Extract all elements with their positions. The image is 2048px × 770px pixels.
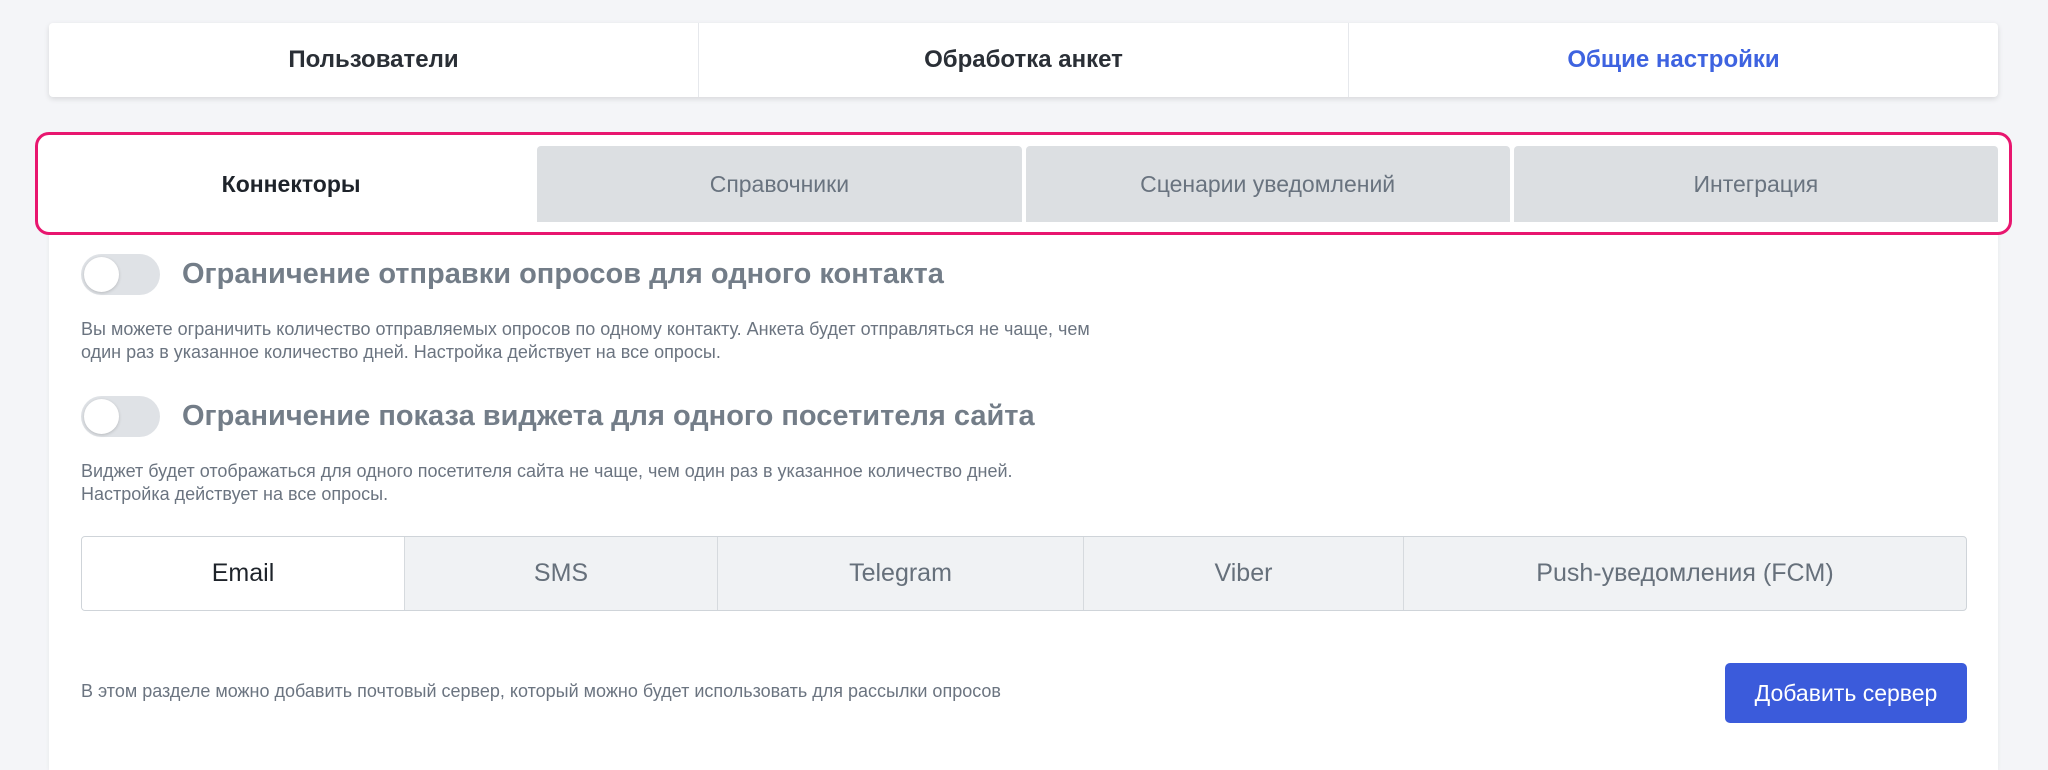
tab-directories[interactable]: Справочники: [537, 146, 1022, 222]
channel-tab-push-fcm[interactable]: Push-уведомления (FCM): [1404, 537, 1966, 610]
tab-integration[interactable]: Интеграция: [1513, 146, 1998, 222]
connector-channel-tabs: Email SMS Telegram Viber Push-уведомлени…: [81, 536, 1967, 611]
survey-limit-description: Вы можете ограничить количество отправля…: [81, 319, 1090, 362]
tab-notification-scenarios[interactable]: Сценарии уведомлений: [1025, 146, 1510, 222]
toggle-knob: [84, 257, 119, 292]
channel-tab-sms[interactable]: SMS: [405, 537, 718, 610]
survey-limit-title: Ограничение отправки опросов для одного …: [182, 258, 944, 290]
top-tabs: Пользователи Обработка анкет Общие настр…: [49, 23, 1998, 97]
channel-tab-viber[interactable]: Viber: [1084, 537, 1404, 610]
toggle-knob: [84, 399, 119, 434]
channel-tab-email[interactable]: Email: [82, 537, 405, 610]
widget-limit-toggle[interactable]: [81, 396, 160, 437]
sub-tabs: Коннекторы Справочники Сценарии уведомле…: [49, 146, 1998, 222]
tab-general-settings[interactable]: Общие настройки: [1349, 23, 1998, 97]
tab-survey-processing[interactable]: Обработка анкет: [699, 23, 1349, 97]
tab-users[interactable]: Пользователи: [49, 23, 699, 97]
widget-limit-row: Ограничение показа виджета для одного по…: [81, 396, 1035, 437]
tab-connectors[interactable]: Коннекторы: [49, 146, 534, 222]
channel-tab-telegram[interactable]: Telegram: [718, 537, 1084, 610]
add-server-button[interactable]: Добавить сервер: [1725, 663, 1967, 723]
widget-limit-title: Ограничение показа виджета для одного по…: [182, 400, 1035, 432]
survey-limit-row: Ограничение отправки опросов для одного …: [81, 254, 944, 295]
survey-limit-toggle[interactable]: [81, 254, 160, 295]
widget-limit-description: Виджет будет отображаться для одного пос…: [81, 461, 1013, 504]
email-section-info: В этом разделе можно добавить почтовый с…: [81, 681, 1001, 701]
